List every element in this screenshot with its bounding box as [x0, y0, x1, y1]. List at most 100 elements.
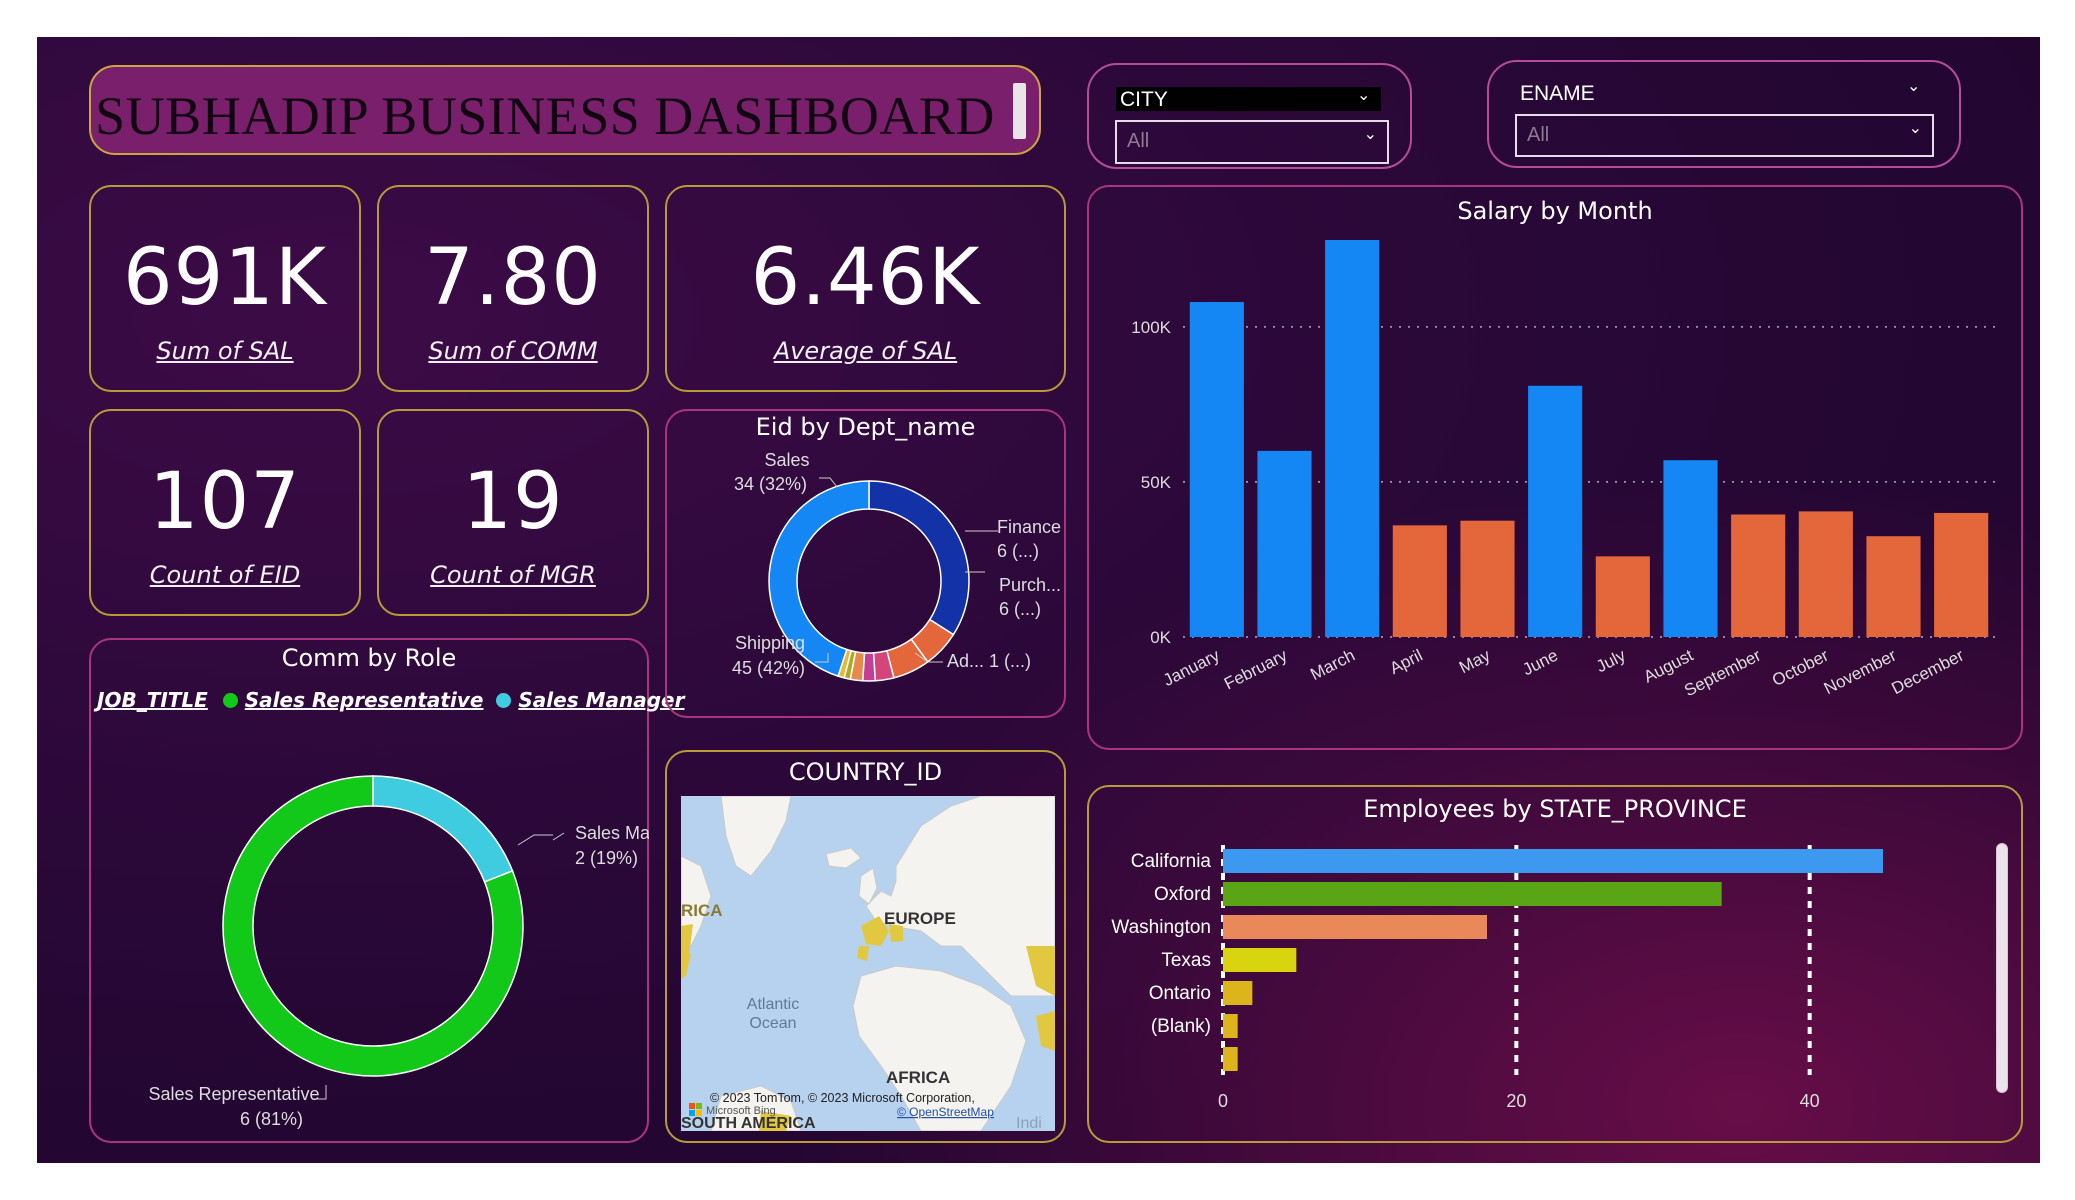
bar[interactable]	[1223, 981, 1253, 1005]
bar[interactable]	[1223, 1014, 1238, 1038]
ename-dropdown[interactable]: All ⌄	[1515, 114, 1934, 157]
bar[interactable]	[1189, 302, 1244, 637]
map-land-iceland	[825, 847, 862, 869]
bar[interactable]	[1460, 520, 1515, 637]
x-tick-label: January	[1160, 645, 1223, 690]
bar[interactable]	[1798, 511, 1853, 637]
bar[interactable]	[1934, 512, 1989, 637]
kpi-card-count-eid: 107 Count of EID	[89, 409, 361, 616]
map-region-highlight	[857, 946, 869, 961]
bar[interactable]	[1223, 882, 1722, 906]
x-tick-label: June	[1520, 646, 1561, 680]
employees-by-state-panel: Employees by STATE_PROVINCE 0 20 40 Califor…	[1087, 785, 2023, 1143]
salary-by-month-panel: Salary by Month 0K 50K 100K January February…	[1087, 185, 2023, 750]
bar[interactable]	[1731, 514, 1786, 637]
bar[interactable]	[1392, 525, 1447, 637]
data-label: 6 (81%)	[240, 1109, 303, 1129]
chart-title: COUNTRY_ID	[788, 758, 943, 786]
ename-dropdown-value: All	[1527, 124, 1550, 146]
country-map-panel: COUNTRY_ID RICA EUROPE Atlantic Ocean AF…	[665, 750, 1066, 1143]
eid-by-dept-panel: Eid by Dept_name Sales 34 (32%) Finance …	[665, 409, 1066, 718]
bar[interactable]	[1866, 536, 1921, 637]
leader-line	[819, 477, 838, 488]
map-label: Ocean	[749, 1015, 796, 1032]
kpi-label: Count of MGR	[430, 561, 596, 589]
city-slicer-label: CITY	[1120, 88, 1168, 111]
comm-by-role-donut: Sales Man... 2 (19%) Sales Representativ…	[148, 775, 649, 1129]
map-label: EUROPE	[884, 909, 956, 928]
kpi-value: 19	[462, 457, 564, 547]
salary-bar-chart: 0K 50K 100K JanuaryFebruary March April May Jun…	[1131, 240, 1995, 700]
map-label: SOUTH AMERICA	[681, 1115, 816, 1131]
openstreetmap-link: © OpenStreetMap	[897, 1105, 994, 1119]
city-dropdown-value: All	[1127, 130, 1150, 152]
data-label: 2 (19%)	[575, 848, 638, 868]
bar[interactable]	[1223, 1047, 1238, 1071]
kpi-card-count-mgr: 19 Count of MGR	[377, 409, 649, 616]
map-label: Indi	[1016, 1115, 1042, 1131]
dashboard-title: SUBHADIP BUSINESS DASHBOARD	[95, 86, 995, 146]
data-label: Sales Representative	[148, 1084, 319, 1104]
ename-slicer[interactable]: ENAME ⌄ All ⌄	[1487, 60, 1961, 168]
chevron-down-icon[interactable]: ⌄	[1357, 85, 1370, 104]
kpi-card-sum-comm: 7.80 Sum of COMM	[377, 185, 649, 392]
chevron-down-icon[interactable]: ⌄	[1907, 76, 1920, 95]
bar[interactable]	[1595, 556, 1650, 637]
data-label: Finance	[997, 517, 1061, 537]
title-accent-bar	[1013, 83, 1026, 139]
map-region-highlight	[1036, 1011, 1055, 1051]
kpi-value: 6.46K	[750, 233, 981, 323]
kpi-value: 7.80	[424, 233, 602, 323]
bar[interactable]	[1223, 849, 1883, 873]
y-tick-label: 50K	[1141, 473, 1172, 492]
y-tick-label: Oxford	[1154, 884, 1211, 905]
x-tick-label: December	[1888, 645, 1967, 698]
chevron-down-icon: ⌄	[1363, 124, 1377, 143]
kpi-label: Sum of SAL	[156, 337, 294, 365]
y-tick-label: 0K	[1150, 628, 1171, 647]
x-tick-label: May	[1456, 645, 1494, 677]
leader-line	[552, 832, 565, 841]
x-tick-label: November	[1821, 645, 1900, 698]
city-dropdown[interactable]: All ⌄	[1115, 120, 1389, 164]
map-canvas: RICA EUROPE Atlantic Ocean AFRICA SOUTH …	[681, 796, 1055, 1131]
x-tick-label: September	[1681, 645, 1764, 700]
kpi-card-avg-sal: 6.46K Average of SAL	[665, 185, 1066, 392]
eid-by-dept-donut: Sales 34 (32%) Finance 6 (...) Purch... …	[732, 450, 1061, 682]
svg-text:Microsoft Bing: Microsoft Bing	[706, 1105, 776, 1117]
map-view[interactable]: RICA EUROPE Atlantic Ocean AFRICA SOUTH …	[681, 796, 1055, 1131]
bar[interactable]	[1223, 948, 1297, 972]
map-attribution: © 2023 TomTom, © 2023 Microsoft Corporat…	[710, 1091, 975, 1105]
scrollbar[interactable]	[1996, 843, 2008, 1093]
kpi-label: Sum of COMM	[428, 337, 598, 365]
x-tick-label: 20	[1506, 1091, 1526, 1111]
dashboard-canvas: SUBHADIP BUSINESS DASHBOARD CITY ⌄ All ⌄…	[37, 37, 2040, 1163]
y-tick-label: Texas	[1161, 950, 1211, 971]
chevron-down-icon: ⌄	[1908, 118, 1922, 137]
data-label: 6 (...)	[997, 541, 1039, 561]
donut-slice[interactable]	[868, 480, 970, 636]
bar[interactable]	[1257, 450, 1312, 637]
bar[interactable]	[1325, 240, 1380, 637]
donut-slice[interactable]	[372, 775, 514, 883]
kpi-value: 691K	[122, 233, 328, 323]
data-label: Sales	[764, 450, 809, 470]
data-label: 34 (32%)	[734, 474, 807, 494]
bar[interactable]	[1223, 915, 1487, 939]
bar[interactable]	[1663, 460, 1718, 637]
kpi-card-sum-sal: 691K Sum of SAL	[89, 185, 361, 392]
bar[interactable]	[1528, 385, 1583, 637]
y-tick-label: Washington	[1111, 917, 1211, 938]
leader-line	[517, 834, 553, 846]
data-label: Ad... 1 (...)	[947, 651, 1031, 671]
comm-by-role-panel: Comm by Role JOB_TITLE Sales Representat…	[89, 638, 684, 1143]
map-region-highlight	[681, 954, 691, 979]
x-tick-label: April	[1387, 646, 1426, 678]
map-label: RICA	[681, 901, 723, 920]
x-tick-label: 40	[1800, 1091, 1820, 1111]
map-label: AFRICA	[886, 1068, 950, 1087]
data-label: Purch...	[999, 575, 1061, 595]
city-slicer[interactable]: CITY ⌄ All ⌄	[1087, 63, 1412, 169]
y-tick-label: (Blank)	[1151, 1016, 1211, 1037]
y-tick-label: Ontario	[1149, 983, 1211, 1004]
